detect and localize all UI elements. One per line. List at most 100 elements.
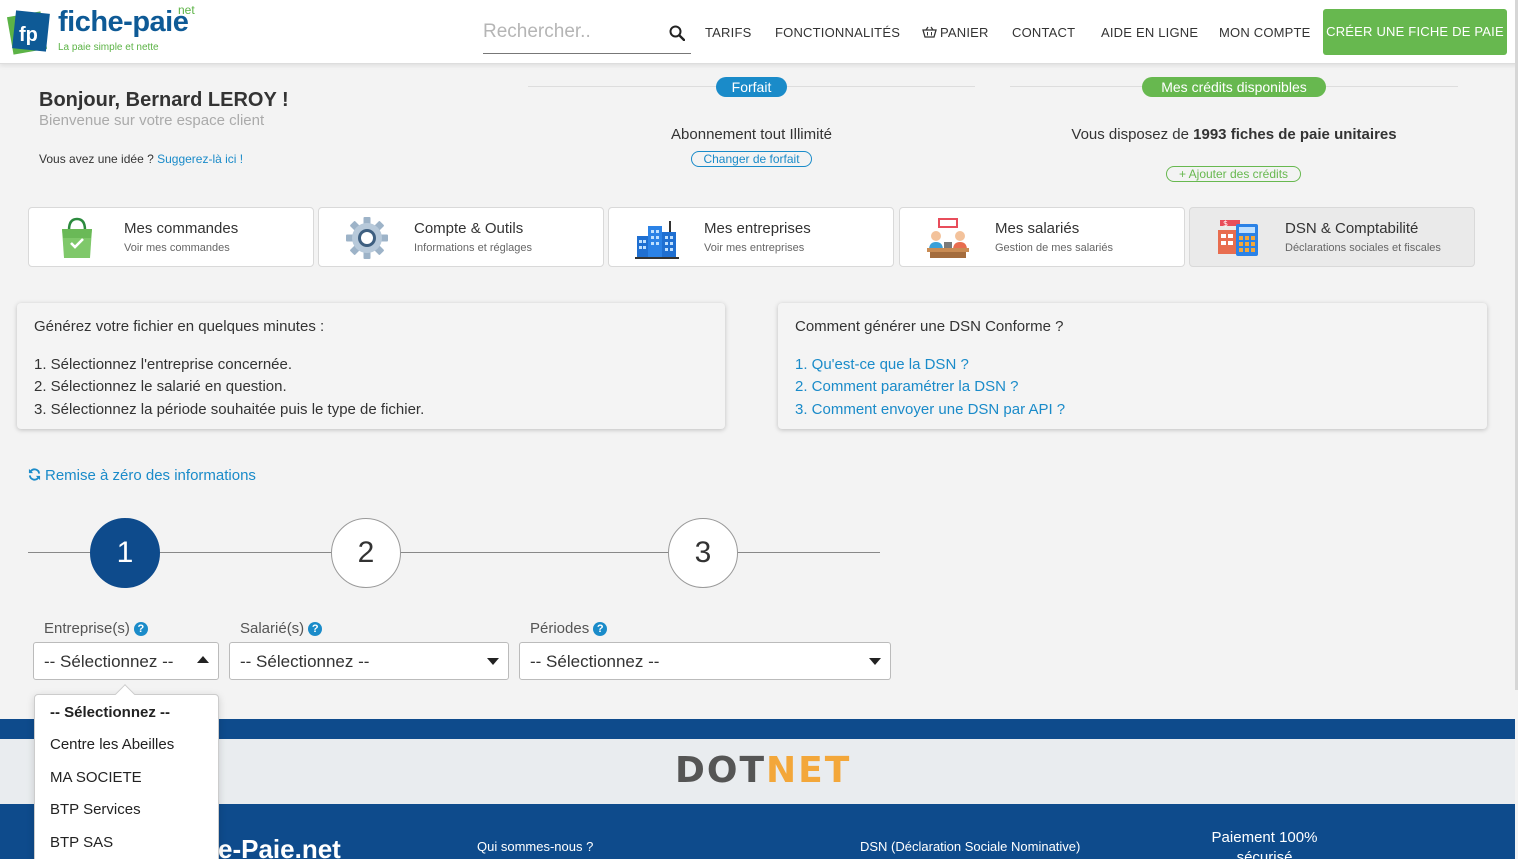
plan-pill: Forfait [716,77,787,97]
dropdown-option[interactable]: -- Sélectionnez -- [50,704,170,721]
idea-label: Vous avez une idée ? [39,152,158,166]
footer-top-band [0,719,1515,739]
gear-icon [346,217,388,259]
card-title: Mes salariés [995,220,1080,237]
instructions-title: Générez votre fichier en quelques minute… [34,318,325,335]
entreprise-label: Entreprise(s)? [44,620,148,637]
nav-panier-label: PANIER [940,25,989,40]
dotnet-logo-dot: DOT [675,750,767,791]
card-dsn-comptabilite[interactable]: $ DSN & Comptabilité Déclarations social… [1189,207,1475,267]
search-box [483,12,691,54]
dsn-help-title: Comment générer une DSN Conforme ? [795,318,1064,335]
refresh-icon [28,468,41,481]
instruction-line: 2. Sélectionnez le salarié en question. [34,378,287,395]
card-compte-outils[interactable]: Compte & Outils Informations et réglages [318,207,604,267]
logo-badge-icon: fp [6,10,50,55]
top-header: fp fiche-paie net La paie simple et nett… [0,0,1518,64]
help-icon[interactable]: ? [308,622,323,636]
entreprise-dropdown: -- Sélectionnez -- Centre les Abeilles M… [34,684,219,859]
employees-icon [927,218,969,258]
footer: e-Paie.net Qui sommes-nous ? DSN (Déclar… [0,804,1515,859]
site-logo[interactable]: fp fiche-paie net La paie simple et nett… [6,3,206,60]
entreprise-label-text: Entreprise(s) [44,620,130,637]
credits-pill: Mes crédits disponibles [1142,77,1326,97]
plan-title: Abonnement tout Illimité [671,126,832,143]
periode-label: Périodes? [530,620,608,637]
salarie-label-text: Salarié(s) [240,620,305,637]
step-1[interactable]: 1 [90,518,160,588]
card-commandes[interactable]: Mes commandes Voir mes commandes [28,207,314,267]
credits-prefix: Vous disposez de [1071,126,1194,143]
card-subtitle: Informations et réglages [414,242,533,254]
card-salaries[interactable]: Mes salariés Gestion de mes salariés [899,207,1185,267]
logo-tagline: La paie simple et nette [58,42,159,53]
dropdown-option[interactable]: MA SOCIETE [50,769,142,786]
footer-link-dsn[interactable]: DSN (Déclaration Sociale Nominative) [860,839,1080,854]
dotnet-logo[interactable]: DOTNET [675,750,851,791]
dropdown-option[interactable]: BTP SAS [50,834,113,851]
instruction-line: 1. Sélectionnez l'entreprise concernée. [34,356,293,373]
calculator-icon: $ [1218,219,1258,256]
idea-text: Vous avez une idée ? Suggerez-là ici ! [39,152,243,166]
dropdown-option[interactable]: BTP Services [50,801,141,818]
change-plan-button[interactable]: Changer de forfait [691,151,812,167]
salarie-label: Salarié(s)? [240,620,323,637]
create-payslip-button[interactable]: CRÉER UNE FICHE DE PAIE [1323,9,1507,55]
dotnet-logo-net: NET [766,750,852,791]
svg-text:$: $ [1223,219,1228,228]
salarie-select-value: -- Sélectionnez -- [240,652,370,671]
dsn-help-link[interactable]: 1. Qu'est-ce que la DSN ? [795,356,969,373]
footer-brand: e-Paie.net [218,834,341,859]
dropdown-option[interactable]: Centre les Abeilles [50,736,174,753]
entreprise-select-value: -- Sélectionnez -- [44,652,174,671]
card-subtitle: Voir mes entreprises [704,242,805,254]
basket-icon [922,26,937,38]
instruction-line: 3. Sélectionnez la période souhaitée pui… [34,401,425,418]
nav-fonctionnalites[interactable]: FONCTIONNALITÉS [775,25,900,40]
step-3[interactable]: 3 [668,518,738,588]
nav-tarifs[interactable]: TARIFS [705,25,751,40]
footer-secure-payment: Paiement 100% sécurisé [1211,829,1318,859]
nav-mon-compte[interactable]: MON COMPTE [1219,25,1311,40]
reset-button[interactable]: Remise à zéro des informations [28,467,256,484]
entreprise-select[interactable]: -- Sélectionnez -- [33,642,219,680]
dropdown-pointer [115,684,135,704]
card-title: Mes entreprises [704,220,811,237]
nav-panier[interactable]: PANIER [922,25,989,40]
card-title: Mes commandes [124,220,239,237]
nav-contact[interactable]: CONTACT [1012,25,1075,40]
help-icon[interactable]: ? [133,622,148,636]
dsn-help-box: Comment générer une DSN Conforme ? 1. Qu… [778,303,1487,429]
caret-down-icon [487,658,499,665]
buildings-icon [635,221,679,259]
credits-count: 1993 fiches de paie unitaires [1193,126,1397,143]
search-input[interactable] [483,18,663,46]
step-2[interactable]: 2 [331,518,401,588]
nav-aide[interactable]: AIDE EN LIGNE [1101,25,1198,40]
greeting-subtitle: Bienvenue sur votre espace client [39,112,265,129]
periode-select[interactable]: -- Sélectionnez -- [519,642,891,680]
dsn-help-link[interactable]: 3. Comment envoyer une DSN par API ? [795,401,1065,418]
caret-down-icon [869,658,881,665]
credits-text: Vous disposez de 1993 fiches de paie uni… [1010,126,1458,143]
card-title: Compte & Outils [414,220,524,237]
periode-label-text: Périodes [530,620,590,637]
card-subtitle: Gestion de mes salariés [995,242,1113,254]
greeting-title: Bonjour, Bernard LEROY ! [39,89,289,111]
suggest-link[interactable]: Suggerez-là ici ! [157,152,243,166]
periode-select-value: -- Sélectionnez -- [530,652,660,671]
search-icon[interactable] [669,25,685,41]
card-subtitle: Voir mes commandes [124,242,230,254]
footer-link-about[interactable]: Qui sommes-nous ? [477,839,593,854]
card-entreprises[interactable]: Mes entreprises Voir mes entreprises [608,207,894,267]
shopping-bag-icon [62,217,92,258]
salarie-select[interactable]: -- Sélectionnez -- [229,642,509,680]
caret-up-icon [197,656,209,663]
instructions-box: Générez votre fichier en quelques minute… [17,303,725,429]
add-credits-button[interactable]: + Ajouter des crédits [1166,166,1301,182]
dsn-help-link[interactable]: 2. Comment paramétrer la DSN ? [795,378,1018,395]
svg-text:fp: fp [19,24,38,46]
card-title: DSN & Comptabilité [1285,220,1419,237]
help-icon[interactable]: ? [593,622,608,636]
logo-net: net [178,3,195,17]
